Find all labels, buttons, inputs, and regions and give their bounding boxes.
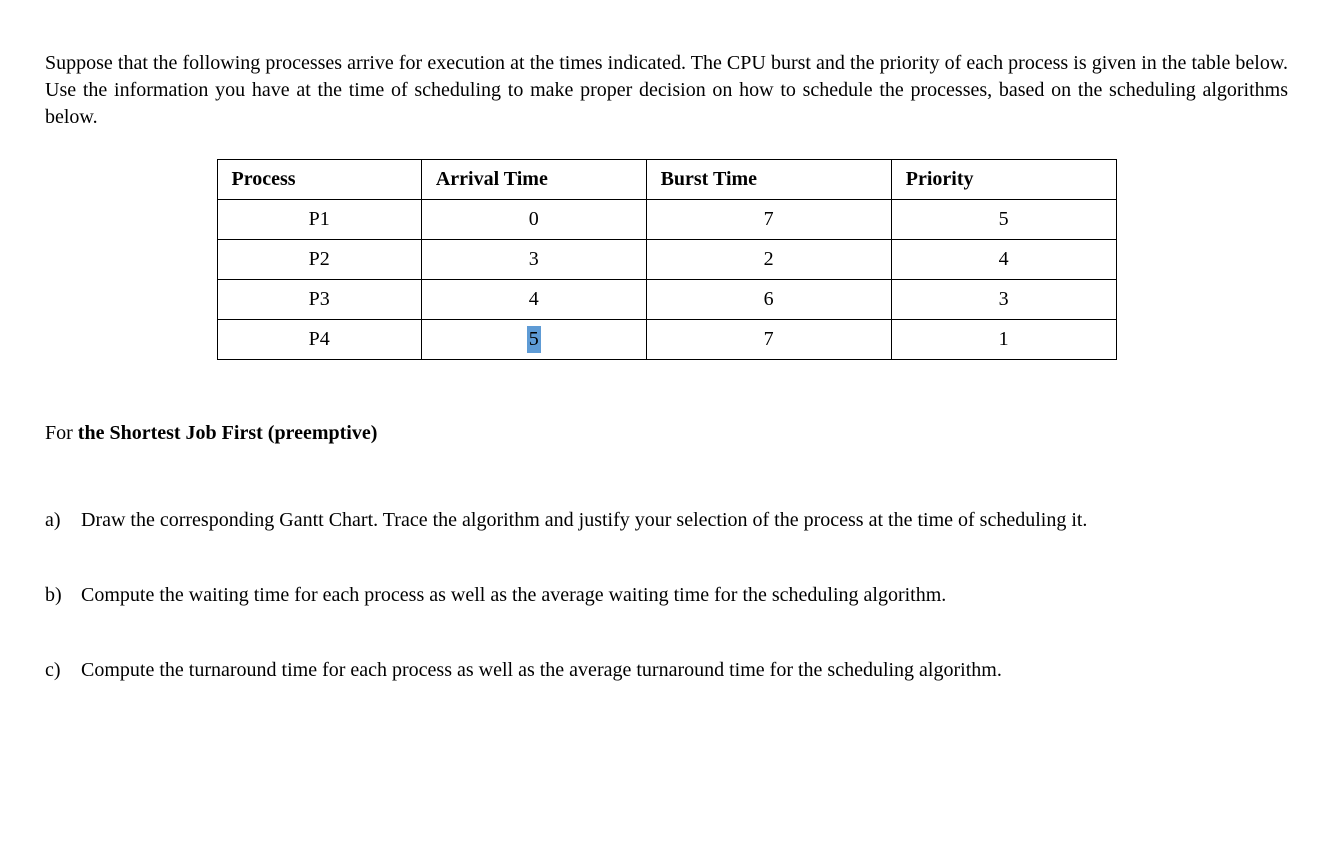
cell-arrival: 4 <box>421 280 646 320</box>
table-header-row: Process Arrival Time Burst Time Priority <box>217 160 1116 200</box>
section-bold: the Shortest Job First (preemptive) <box>78 422 378 444</box>
header-process: Process <box>217 160 421 200</box>
cell-burst: 6 <box>646 280 891 320</box>
question-label: c) <box>45 657 81 684</box>
header-priority: Priority <box>891 160 1116 200</box>
cell-priority: 3 <box>891 280 1116 320</box>
question-label: b) <box>45 582 81 609</box>
section-prefix: For <box>45 422 78 444</box>
cell-process: P2 <box>217 240 421 280</box>
cell-arrival: 0 <box>421 200 646 240</box>
question-a: a) Draw the corresponding Gantt Chart. T… <box>45 507 1288 534</box>
section-title: For the Shortest Job First (preemptive) <box>45 420 1288 447</box>
intro-paragraph: Suppose that the following processes arr… <box>45 50 1288 131</box>
cell-burst: 7 <box>646 200 891 240</box>
cell-process: P4 <box>217 320 421 360</box>
header-arrival: Arrival Time <box>421 160 646 200</box>
question-text: Compute the turnaround time for each pro… <box>81 657 1288 684</box>
process-table: Process Arrival Time Burst Time Priority… <box>217 159 1117 360</box>
cell-process: P1 <box>217 200 421 240</box>
cell-priority: 4 <box>891 240 1116 280</box>
table-row: P1 0 7 5 <box>217 200 1116 240</box>
cell-arrival: 3 <box>421 240 646 280</box>
header-burst: Burst Time <box>646 160 891 200</box>
table-row: P4 5 7 1 <box>217 320 1116 360</box>
table-row: P2 3 2 4 <box>217 240 1116 280</box>
table-row: P3 4 6 3 <box>217 280 1116 320</box>
question-text: Draw the corresponding Gantt Chart. Trac… <box>81 507 1288 534</box>
cell-burst: 7 <box>646 320 891 360</box>
cell-arrival: 5 <box>421 320 646 360</box>
cell-process: P3 <box>217 280 421 320</box>
question-list: a) Draw the corresponding Gantt Chart. T… <box>45 507 1288 684</box>
cell-burst: 2 <box>646 240 891 280</box>
question-c: c) Compute the turnaround time for each … <box>45 657 1288 684</box>
highlighted-value: 5 <box>527 326 541 353</box>
cell-priority: 5 <box>891 200 1116 240</box>
question-label: a) <box>45 507 81 534</box>
cell-priority: 1 <box>891 320 1116 360</box>
question-b: b) Compute the waiting time for each pro… <box>45 582 1288 609</box>
question-text: Compute the waiting time for each proces… <box>81 582 1288 609</box>
